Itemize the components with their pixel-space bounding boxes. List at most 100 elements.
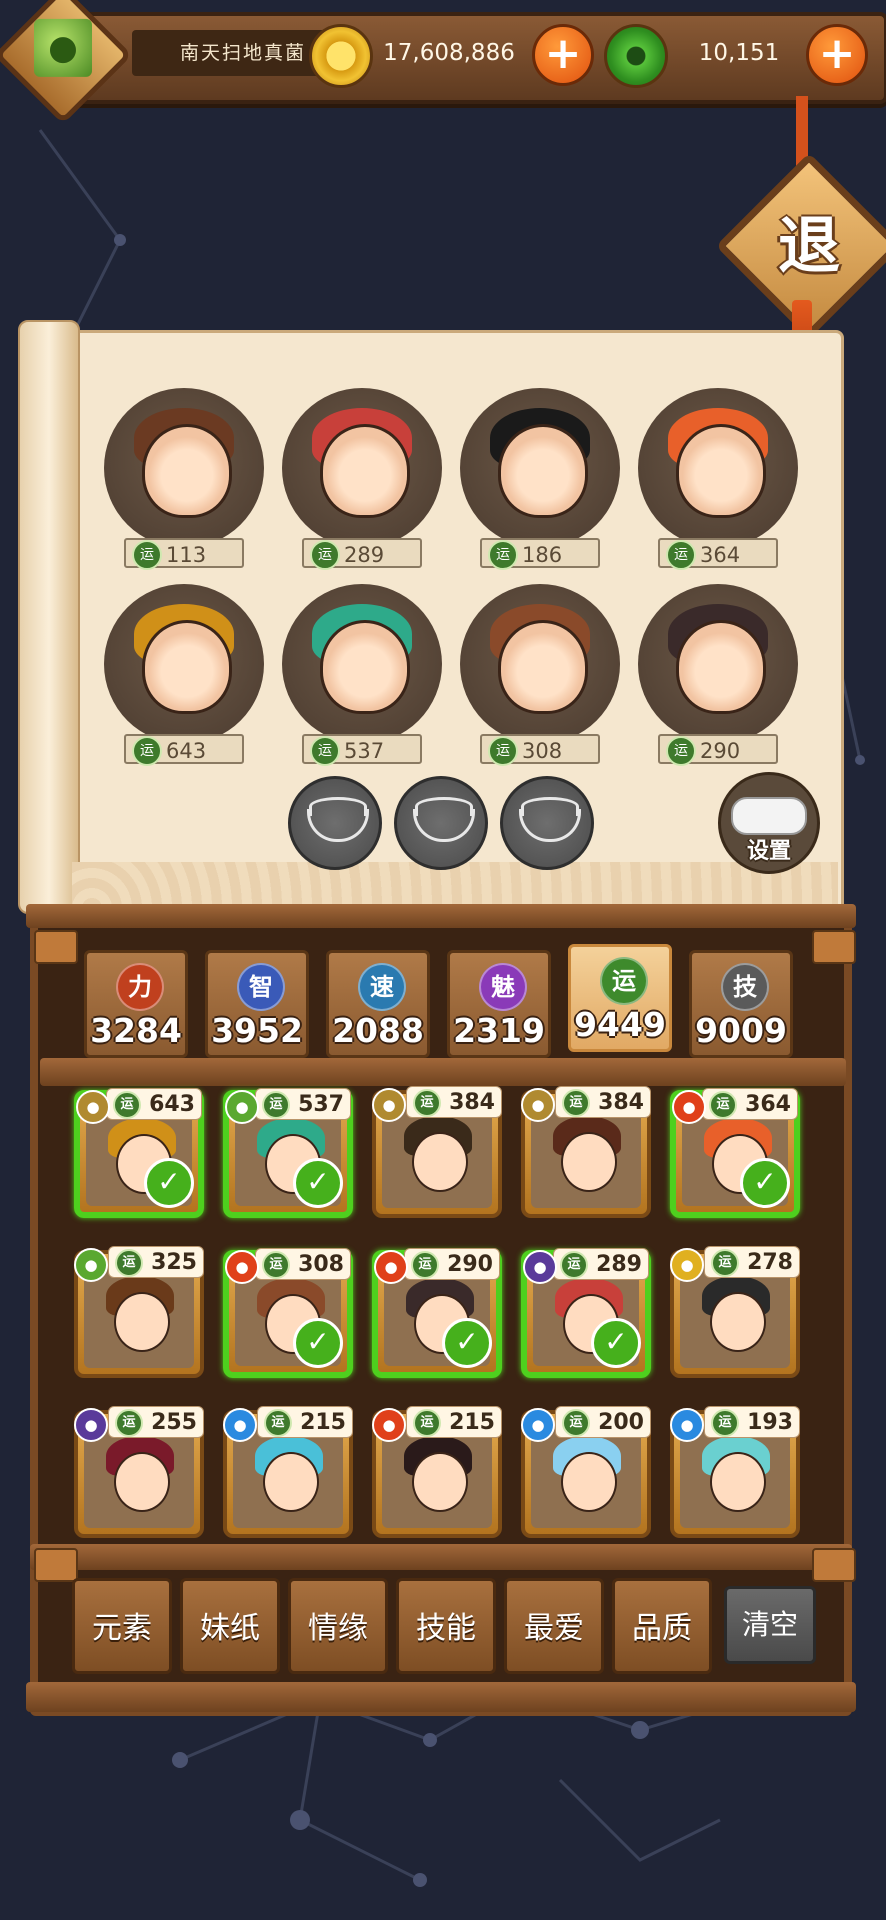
attribute-value: 2088 — [332, 1011, 424, 1050]
filter-button[interactable]: 品质 — [612, 1578, 712, 1674]
team-member[interactable]: 运 364 — [638, 388, 798, 570]
filter-button[interactable]: 情缘 — [288, 1578, 388, 1674]
exit-label[interactable]: 退 — [743, 180, 875, 312]
team-member[interactable]: 运 186 — [460, 388, 620, 570]
add-jade-button[interactable]: + — [806, 24, 868, 86]
luck-icon: 运 — [262, 1251, 290, 1279]
character-art — [531, 1424, 641, 1528]
character-portrait — [638, 388, 798, 548]
character-face — [320, 620, 410, 714]
settings-button[interactable]: 设置 — [718, 772, 820, 874]
luck-icon: 运 — [711, 1249, 739, 1277]
character-card[interactable]: ● 运 384 — [521, 1086, 651, 1218]
character-face — [142, 424, 232, 518]
team-luck-value: 643 — [166, 739, 207, 763]
attribute-tab[interactable]: 速 2088 — [326, 950, 430, 1058]
attribute-tab[interactable]: 技 9009 — [689, 950, 793, 1058]
character-face — [676, 424, 766, 518]
character-card[interactable]: ● 运 537 ✓ — [223, 1088, 353, 1218]
dark-element-icon: ● — [74, 1408, 108, 1442]
attribute-icon: 运 — [600, 957, 648, 1005]
character-card[interactable]: ● 运 200 — [521, 1406, 651, 1538]
attribute-icon: 力 — [116, 963, 164, 1011]
team-luck-stat: 运 290 — [658, 734, 778, 766]
earth-element-icon: ● — [76, 1090, 110, 1124]
attribute-value: 9449 — [574, 1005, 666, 1044]
luck-icon: 运 — [411, 1251, 439, 1279]
dark-element-icon: ● — [523, 1250, 557, 1284]
character-card[interactable]: ● 运 325 — [74, 1246, 204, 1378]
water-element-icon: ● — [521, 1408, 555, 1442]
filter-button[interactable]: 技能 — [396, 1578, 496, 1674]
card-luck-value: 215 — [449, 1410, 495, 1435]
character-card[interactable]: ● 运 290 ✓ — [372, 1248, 502, 1378]
attribute-tab[interactable]: 运 9449 — [568, 944, 672, 1052]
attribute-tab[interactable]: 智 3952 — [205, 950, 309, 1058]
luck-icon: 运 — [413, 1409, 441, 1437]
card-luck-value: 325 — [151, 1250, 197, 1275]
jade-amount: 10,151 — [698, 40, 780, 66]
shelf-bolt — [34, 1548, 78, 1582]
team-member[interactable]: 运 289 — [282, 388, 442, 570]
attribute-tab[interactable]: 力 3284 — [84, 950, 188, 1058]
character-face — [114, 1292, 170, 1352]
character-card[interactable]: ● 运 643 ✓ — [74, 1088, 204, 1218]
card-luck-badge: 运 200 — [555, 1406, 651, 1438]
attribute-value: 2319 — [453, 1011, 545, 1050]
shelf-base-beam — [30, 1544, 852, 1570]
character-face — [412, 1452, 468, 1512]
card-luck-badge: 运 278 — [704, 1246, 800, 1278]
character-face — [710, 1292, 766, 1352]
character-card[interactable]: ● 运 215 — [223, 1406, 353, 1538]
character-card[interactable]: ● 运 308 ✓ — [223, 1248, 353, 1378]
character-card[interactable]: ● 运 278 — [670, 1246, 800, 1378]
luck-icon: 运 — [115, 1409, 143, 1437]
card-luck-badge: 运 193 — [704, 1406, 800, 1438]
card-luck-badge: 运 215 — [257, 1406, 353, 1438]
character-card[interactable]: ● 运 193 — [670, 1406, 800, 1538]
character-card[interactable]: ● 运 215 — [372, 1406, 502, 1538]
luck-icon: 运 — [666, 736, 696, 766]
team-luck-stat: 运 308 — [480, 734, 600, 766]
character-portrait — [104, 388, 264, 548]
character-art — [680, 1264, 790, 1368]
team-luck-stat: 运 643 — [124, 734, 244, 766]
luck-icon: 运 — [562, 1089, 590, 1117]
team-luck-stat: 运 186 — [480, 538, 600, 570]
attribute-tab[interactable]: 魅 2319 — [447, 950, 551, 1058]
luck-icon: 运 — [132, 736, 162, 766]
team-member[interactable]: 运 537 — [282, 584, 442, 766]
character-portrait — [282, 388, 442, 548]
luck-icon: 运 — [310, 736, 340, 766]
team-member[interactable]: 运 308 — [460, 584, 620, 766]
attribute-value: 3952 — [211, 1011, 303, 1050]
team-luck-value: 537 — [344, 739, 385, 763]
fire-element-icon: ● — [672, 1090, 706, 1124]
character-card[interactable]: ● 运 364 ✓ — [670, 1088, 800, 1218]
character-card[interactable]: ● 运 289 ✓ — [521, 1248, 651, 1378]
empty-team-slot[interactable] — [394, 776, 488, 870]
fire-element-icon: ● — [225, 1250, 259, 1284]
add-gold-button[interactable]: + — [532, 24, 594, 86]
empty-team-slot[interactable] — [288, 776, 382, 870]
team-member[interactable]: 运 643 — [104, 584, 264, 766]
team-member[interactable]: 运 290 — [638, 584, 798, 766]
filter-button[interactable]: 最爱 — [504, 1578, 604, 1674]
settings-label: 设置 — [746, 839, 791, 864]
card-luck-badge: 运 384 — [555, 1086, 651, 1118]
luck-icon: 运 — [262, 1091, 290, 1119]
character-card[interactable]: ● 运 255 — [74, 1406, 204, 1538]
filter-button[interactable]: 妹纸 — [180, 1578, 280, 1674]
attribute-value: 9009 — [695, 1011, 787, 1050]
filter-button[interactable]: 元素 — [72, 1578, 172, 1674]
wood-element-icon: ● — [225, 1090, 259, 1124]
card-luck-value: 193 — [747, 1410, 793, 1435]
empty-team-slot[interactable] — [500, 776, 594, 870]
clear-filter-button[interactable]: 清空 — [724, 1586, 816, 1664]
character-art — [84, 1264, 194, 1368]
character-card[interactable]: ● 运 384 — [372, 1086, 502, 1218]
card-luck-value: 384 — [449, 1090, 495, 1115]
character-face — [412, 1132, 468, 1192]
character-face — [142, 620, 232, 714]
team-member[interactable]: 运 113 — [104, 388, 264, 570]
